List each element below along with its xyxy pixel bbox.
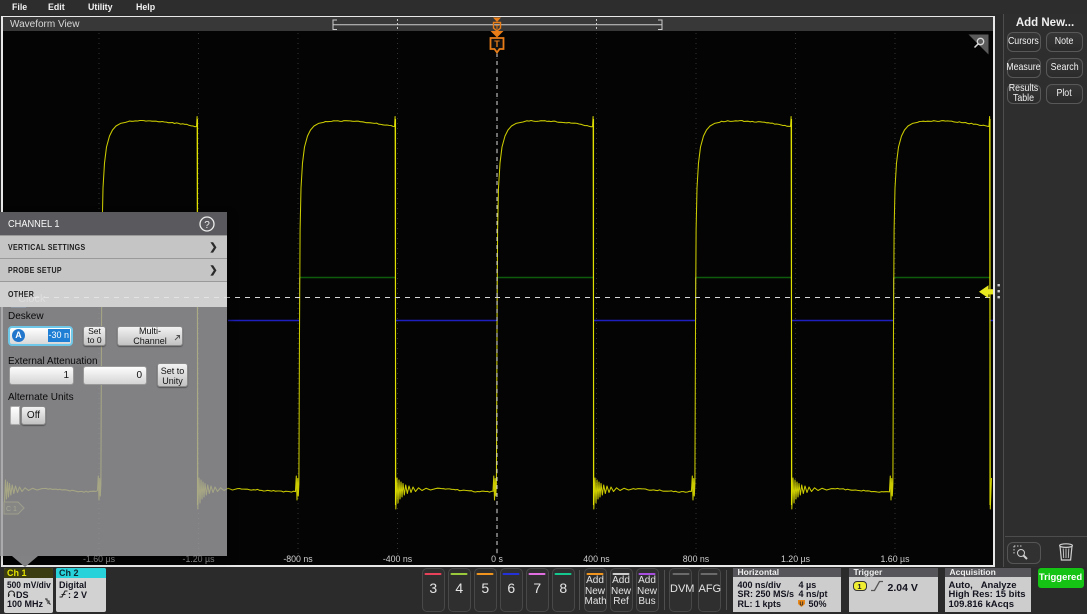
svg-text:U: U	[799, 602, 803, 608]
svg-text:T: T	[495, 25, 499, 32]
svg-text:-400 ns: -400 ns	[383, 554, 413, 564]
svg-text:1.60 µs: 1.60 µs	[880, 554, 910, 564]
svg-text:800 ns: 800 ns	[683, 554, 710, 564]
svg-text:1.20 µs: 1.20 µs	[781, 554, 811, 564]
svg-text:T: T	[494, 39, 500, 49]
svg-text:?: ?	[204, 220, 210, 231]
svg-text:0 s: 0 s	[491, 554, 503, 564]
svg-text:400 ns: 400 ns	[583, 554, 610, 564]
svg-text:-800 ns: -800 ns	[283, 554, 313, 564]
